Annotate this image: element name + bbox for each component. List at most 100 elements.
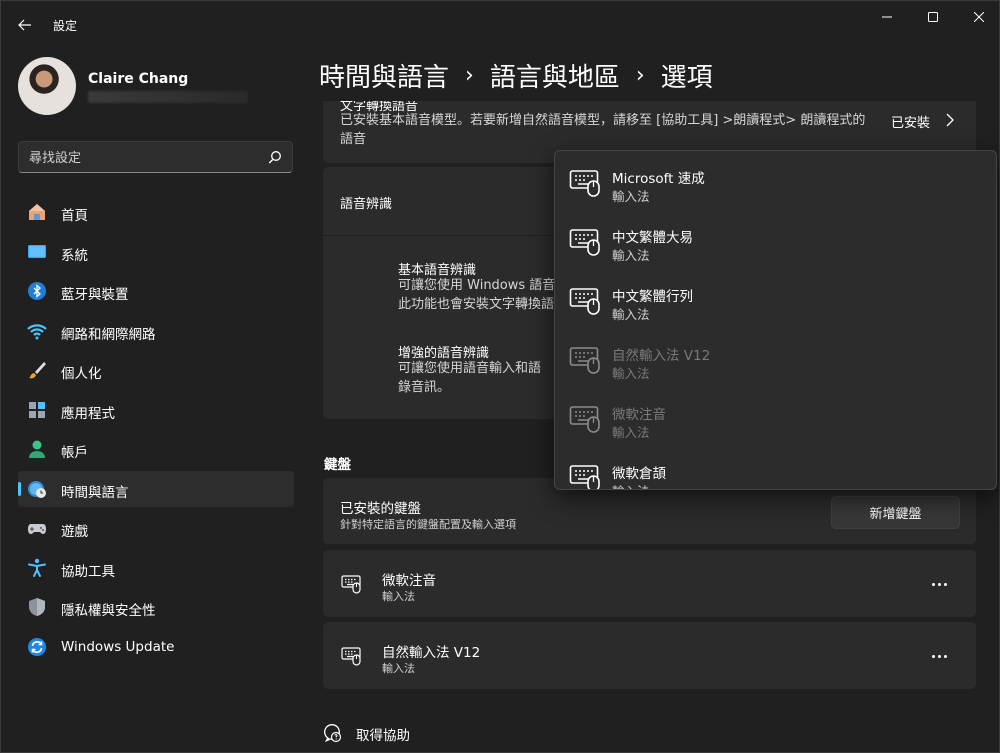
sidebar-item-label: 個人化 — [61, 366, 102, 382]
sidebar-item-personalization[interactable]: 個人化 — [18, 352, 294, 388]
keyboard-mouse-icon — [569, 229, 600, 256]
time-language-icon — [28, 480, 46, 498]
sidebar-item-bluetooth[interactable]: 藍牙與裝置 — [18, 273, 294, 309]
basic-speech-desc-line1: 可讓您使用 Windows 語音 — [398, 278, 556, 293]
flyout-item-natural-v12: 自然輸入法 V12 輸入法 — [555, 330, 996, 389]
sidebar-item-label: 網路和網際網路 — [61, 326, 156, 343]
flyout-item-type: 輸入法 — [612, 248, 650, 263]
bluetooth-icon — [28, 282, 46, 300]
accessibility-icon — [28, 558, 46, 577]
keyboard-item-bopomofo: 微軟注音 輸入法 — [323, 550, 976, 617]
back-button[interactable] — [11, 11, 39, 39]
sidebar-item-system[interactable]: 系統 — [18, 234, 294, 270]
home-icon — [29, 204, 45, 220]
keyboard-name: 自然輸入法 V12 — [382, 645, 481, 661]
minimize-button[interactable] — [864, 1, 910, 33]
sidebar-item-label: 應用程式 — [61, 405, 115, 422]
shield-icon — [29, 598, 45, 616]
search-input[interactable] — [29, 148, 259, 168]
flyout-item-name: 微軟倉頡 — [612, 466, 666, 482]
speech-title: 語音辨識 — [340, 197, 393, 212]
update-icon — [28, 637, 46, 656]
keyboard-section-title: 鍵盤 — [324, 457, 351, 473]
user-profile[interactable]: Claire Chang — [18, 57, 298, 119]
flyout-item-name: Microsoft 速成 — [612, 171, 705, 187]
sidebar-item-label: 藍牙與裝置 — [61, 287, 129, 303]
flyout-item-dayi[interactable]: 中文繁體大易 輸入法 — [555, 212, 996, 271]
sidebar-item-accounts[interactable]: 帳戶 — [18, 431, 294, 467]
back-arrow-icon — [18, 19, 31, 31]
apps-icon — [29, 401, 45, 418]
flyout-item-changjie[interactable]: 微軟倉頡 輸入法 — [555, 448, 996, 489]
flyout-item-name: 自然輸入法 V12 — [612, 348, 711, 364]
sidebar-item-label: 帳戶 — [61, 445, 88, 461]
breadcrumb-separator: › — [635, 63, 645, 88]
installed-keyboards-subtitle: 針對特定語言的鍵盤配置及輸入選項 — [340, 518, 516, 531]
more-options-button[interactable] — [923, 572, 955, 596]
account-icon — [29, 440, 45, 458]
help-chat-icon — [324, 724, 342, 743]
keyboard-mouse-icon — [341, 575, 361, 594]
sidebar-item-label: 系統 — [61, 247, 88, 264]
basic-speech-desc-line2: 此功能也會安裝文字轉換語 — [398, 297, 555, 312]
flyout-item-type: 輸入法 — [612, 425, 650, 440]
close-icon — [974, 12, 984, 22]
breadcrumb-item-language-region[interactable]: 語言與地區 — [490, 57, 620, 94]
add-keyboard-flyout: Microsoft 速成 輸入法 中文繁體大易 輸入法 中文繁體行列 輸入法 自… — [554, 150, 997, 490]
keyboard-type: 輸入法 — [382, 590, 415, 603]
flyout-item-type: 輸入法 — [612, 366, 650, 381]
settings-window: 設定 Claire Chang 首頁 系統 藍牙與裝置 — [0, 0, 1000, 753]
get-help-label: 取得協助 — [356, 728, 410, 744]
sidebar-item-apps[interactable]: 應用程式 — [18, 392, 294, 428]
more-options-button[interactable] — [923, 644, 955, 668]
tts-description: 已安裝基本語音模型。若要新增自然語音模型，請移至 [協助工具] >朗讀程式> 朗… — [340, 113, 866, 147]
gamepad-icon — [28, 524, 46, 534]
keyboard-mouse-icon — [569, 406, 600, 433]
breadcrumb: 時間與語言 › 語言與地區 › 選項 — [319, 57, 713, 94]
breadcrumb-separator: › — [465, 63, 474, 88]
keyboard-mouse-icon — [341, 647, 361, 666]
maximize-button[interactable] — [910, 1, 956, 33]
sidebar-item-privacy[interactable]: 隱私權與安全性 — [18, 589, 294, 625]
flyout-item-type: 輸入法 — [612, 481, 650, 489]
sidebar-item-gaming[interactable]: 遊戲 — [18, 510, 294, 546]
sidebar-item-label: 隱私權與安全性 — [61, 603, 156, 619]
app-title: 設定 — [53, 19, 78, 33]
sidebar-item-label: 協助工具 — [61, 563, 115, 580]
flyout-item-name: 微軟注音 — [612, 407, 666, 423]
tts-status: 已安裝 — [891, 116, 931, 131]
add-keyboard-button[interactable]: 新增鍵盤 — [831, 496, 960, 529]
breadcrumb-item-time-language[interactable]: 時間與語言 — [319, 57, 449, 94]
sidebar-nav: 首頁 系統 藍牙與裝置 網路和網際網路 個人化 應用程式 帳戶 時間與語言 遊戲… — [18, 194, 294, 668]
keyboard-mouse-icon — [569, 347, 600, 374]
sidebar-item-label: Windows Update — [61, 638, 175, 655]
installed-keyboards-title: 已安裝的鍵盤 — [340, 501, 421, 517]
sidebar-item-time-language[interactable]: 時間與語言 — [18, 470, 294, 507]
sidebar-item-network[interactable]: 網路和網際網路 — [18, 313, 294, 349]
search-icon[interactable] — [268, 150, 282, 164]
enhanced-speech-desc-line2: 錄音訊。 — [398, 380, 451, 395]
keyboard-type: 輸入法 — [382, 662, 415, 675]
minimize-icon — [882, 16, 892, 18]
close-button[interactable] — [956, 1, 1000, 33]
flyout-item-type: 輸入法 — [612, 189, 650, 204]
flyout-item-name: 中文繁體行列 — [612, 289, 693, 305]
sidebar-item-windows-update[interactable]: Windows Update — [18, 629, 294, 665]
sidebar-item-label: 時間與語言 — [61, 484, 129, 501]
flyout-item-array[interactable]: 中文繁體行列 輸入法 — [555, 271, 996, 330]
keyboard-mouse-icon — [569, 170, 600, 197]
maximize-icon — [928, 12, 938, 22]
sidebar-item-label: 遊戲 — [61, 524, 88, 540]
brush-icon — [29, 362, 46, 379]
flyout-item-microsoft-quick[interactable]: Microsoft 速成 輸入法 — [555, 153, 996, 212]
wifi-icon — [27, 323, 47, 339]
search-box[interactable] — [18, 141, 293, 173]
sidebar-item-home[interactable]: 首頁 — [18, 194, 294, 230]
sidebar-item-label: 首頁 — [61, 208, 88, 224]
keyboard-mouse-icon — [569, 288, 600, 315]
profile-name: Claire Chang — [88, 71, 189, 87]
profile-email-redacted — [88, 91, 248, 103]
system-icon — [28, 244, 46, 258]
avatar — [18, 57, 76, 115]
sidebar-item-accessibility[interactable]: 協助工具 — [18, 550, 294, 586]
